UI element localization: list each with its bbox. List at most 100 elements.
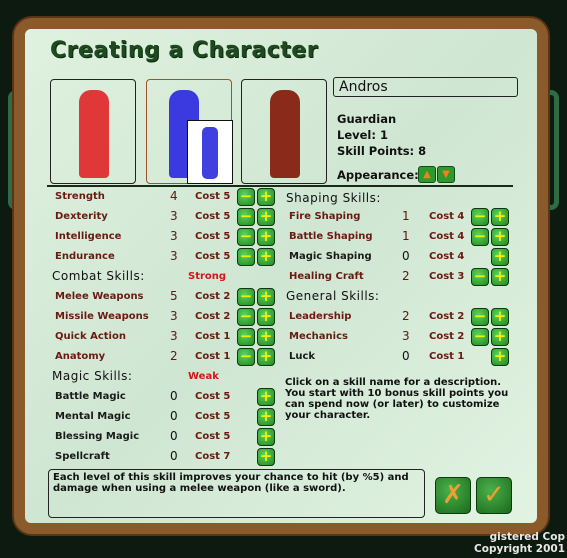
skill-value: 3 xyxy=(170,209,178,223)
decrease-button[interactable]: − xyxy=(471,328,489,346)
skill-cost: Cost 5 xyxy=(195,411,231,422)
skill-cost: Cost 2 xyxy=(195,291,231,302)
increase-button[interactable]: + xyxy=(491,348,509,366)
portrait-guardian[interactable] xyxy=(146,79,233,184)
page-title: Creating a Character xyxy=(50,38,319,63)
decrease-button[interactable]: − xyxy=(237,348,255,366)
combat-aptitude-tag: Strong xyxy=(188,271,227,282)
skill-cost: Cost 5 xyxy=(195,431,231,442)
increase-button[interactable]: + xyxy=(257,308,275,326)
skill-name[interactable]: Missile Weapons xyxy=(55,311,149,322)
skill-name[interactable]: Mechanics xyxy=(289,331,348,342)
decrease-button[interactable]: − xyxy=(237,288,255,306)
skill-value: 3 xyxy=(402,329,410,343)
increase-button[interactable]: + xyxy=(257,408,275,426)
decrease-button[interactable]: − xyxy=(471,268,489,286)
decrease-button[interactable]: − xyxy=(471,308,489,326)
character-class: Guardian xyxy=(337,112,397,126)
skill-name[interactable]: Intelligence xyxy=(55,231,121,242)
skill-value: 5 xyxy=(170,289,178,303)
skill-value: 2 xyxy=(402,269,410,283)
skill-cost: Cost 1 xyxy=(195,331,231,342)
skill-cost: Cost 5 xyxy=(195,211,231,222)
decrease-button[interactable]: − xyxy=(471,228,489,246)
skill-value: 0 xyxy=(170,389,178,403)
skill-name[interactable]: Mental Magic xyxy=(55,411,131,422)
skill-name[interactable]: Endurance xyxy=(55,251,115,262)
decrease-button[interactable]: − xyxy=(471,208,489,226)
combat-skills-header: Combat Skills: xyxy=(52,269,145,283)
skill-cost: Cost 2 xyxy=(195,311,231,322)
increase-button[interactable]: + xyxy=(257,248,275,266)
skill-value: 2 xyxy=(170,349,178,363)
skill-cost: Cost 4 xyxy=(429,211,465,222)
skill-name[interactable]: Luck xyxy=(289,351,315,362)
skill-name[interactable]: Anatomy xyxy=(55,351,105,362)
appearance-down-button[interactable]: ▼ xyxy=(437,166,455,183)
increase-button[interactable]: + xyxy=(257,348,275,366)
appearance-label: Appearance: xyxy=(337,168,419,182)
portrait-fighter[interactable] xyxy=(241,79,327,184)
skill-cost: Cost 1 xyxy=(429,351,465,362)
skill-cost: Cost 4 xyxy=(429,251,465,262)
increase-button[interactable]: + xyxy=(257,228,275,246)
skill-value: 1 xyxy=(402,209,410,223)
decrease-button[interactable]: − xyxy=(237,248,255,266)
skill-cost: Cost 1 xyxy=(195,351,231,362)
skill-name[interactable]: Blessing Magic xyxy=(55,431,139,442)
skill-value: 3 xyxy=(170,229,178,243)
increase-button[interactable]: + xyxy=(491,308,509,326)
skill-value: 3 xyxy=(170,329,178,343)
increase-button[interactable]: + xyxy=(257,328,275,346)
increase-button[interactable]: + xyxy=(257,428,275,446)
magic-aptitude-tag: Weak xyxy=(188,371,219,382)
increase-button[interactable]: + xyxy=(491,248,509,266)
skill-value: 3 xyxy=(170,249,178,263)
increase-button[interactable]: + xyxy=(491,228,509,246)
increase-button[interactable]: + xyxy=(491,328,509,346)
portrait-mage[interactable] xyxy=(50,79,136,184)
help-text: Click on a skill name for a description.… xyxy=(285,377,509,421)
skill-name[interactable]: Healing Craft xyxy=(289,271,364,282)
skill-name[interactable]: Fire Shaping xyxy=(289,211,360,222)
increase-button[interactable]: + xyxy=(257,188,275,206)
skill-cost: Cost 2 xyxy=(429,331,465,342)
skill-name[interactable]: Strength xyxy=(55,191,105,202)
skill-name[interactable]: Dexterity xyxy=(55,211,108,222)
increase-button[interactable]: + xyxy=(257,388,275,406)
skill-cost: Cost 3 xyxy=(429,271,465,282)
decrease-button[interactable]: − xyxy=(237,188,255,206)
skill-value: 0 xyxy=(170,449,178,463)
general-skills-header: General Skills: xyxy=(286,289,380,303)
increase-button[interactable]: + xyxy=(491,268,509,286)
skill-name[interactable]: Quick Action xyxy=(55,331,126,342)
increase-button[interactable]: + xyxy=(491,208,509,226)
skill-name[interactable]: Battle Magic xyxy=(55,391,126,402)
decrease-button[interactable]: − xyxy=(237,228,255,246)
character-name-input[interactable]: Andros xyxy=(333,77,518,97)
decrease-button[interactable]: − xyxy=(237,328,255,346)
skill-cost: Cost 7 xyxy=(195,451,231,462)
magic-skills-header: Magic Skills: xyxy=(52,369,133,383)
skill-description-box: Each level of this skill improves your c… xyxy=(48,469,425,518)
skill-name[interactable]: Battle Shaping xyxy=(289,231,373,242)
appearance-up-button[interactable]: ▲ xyxy=(418,166,436,183)
decrease-button[interactable]: − xyxy=(237,308,255,326)
skill-name[interactable]: Leadership xyxy=(289,311,351,322)
skill-cost: Cost 4 xyxy=(429,231,465,242)
skill-name[interactable]: Melee Weapons xyxy=(55,291,144,302)
cancel-button[interactable]: ✗ xyxy=(435,477,471,514)
shaping-skills-header: Shaping Skills: xyxy=(286,191,381,205)
divider xyxy=(47,185,513,187)
skill-name[interactable]: Spellcraft xyxy=(55,451,110,462)
decrease-button[interactable]: − xyxy=(237,208,255,226)
ok-button[interactable]: ✓ xyxy=(476,477,512,514)
skill-name[interactable]: Magic Shaping xyxy=(289,251,372,262)
increase-button[interactable]: + xyxy=(257,208,275,226)
skill-value: 3 xyxy=(170,309,178,323)
skill-value: 0 xyxy=(170,409,178,423)
skill-value: 4 xyxy=(170,189,178,203)
increase-button[interactable]: + xyxy=(257,288,275,306)
skill-cost: Cost 5 xyxy=(195,251,231,262)
increase-button[interactable]: + xyxy=(257,448,275,466)
